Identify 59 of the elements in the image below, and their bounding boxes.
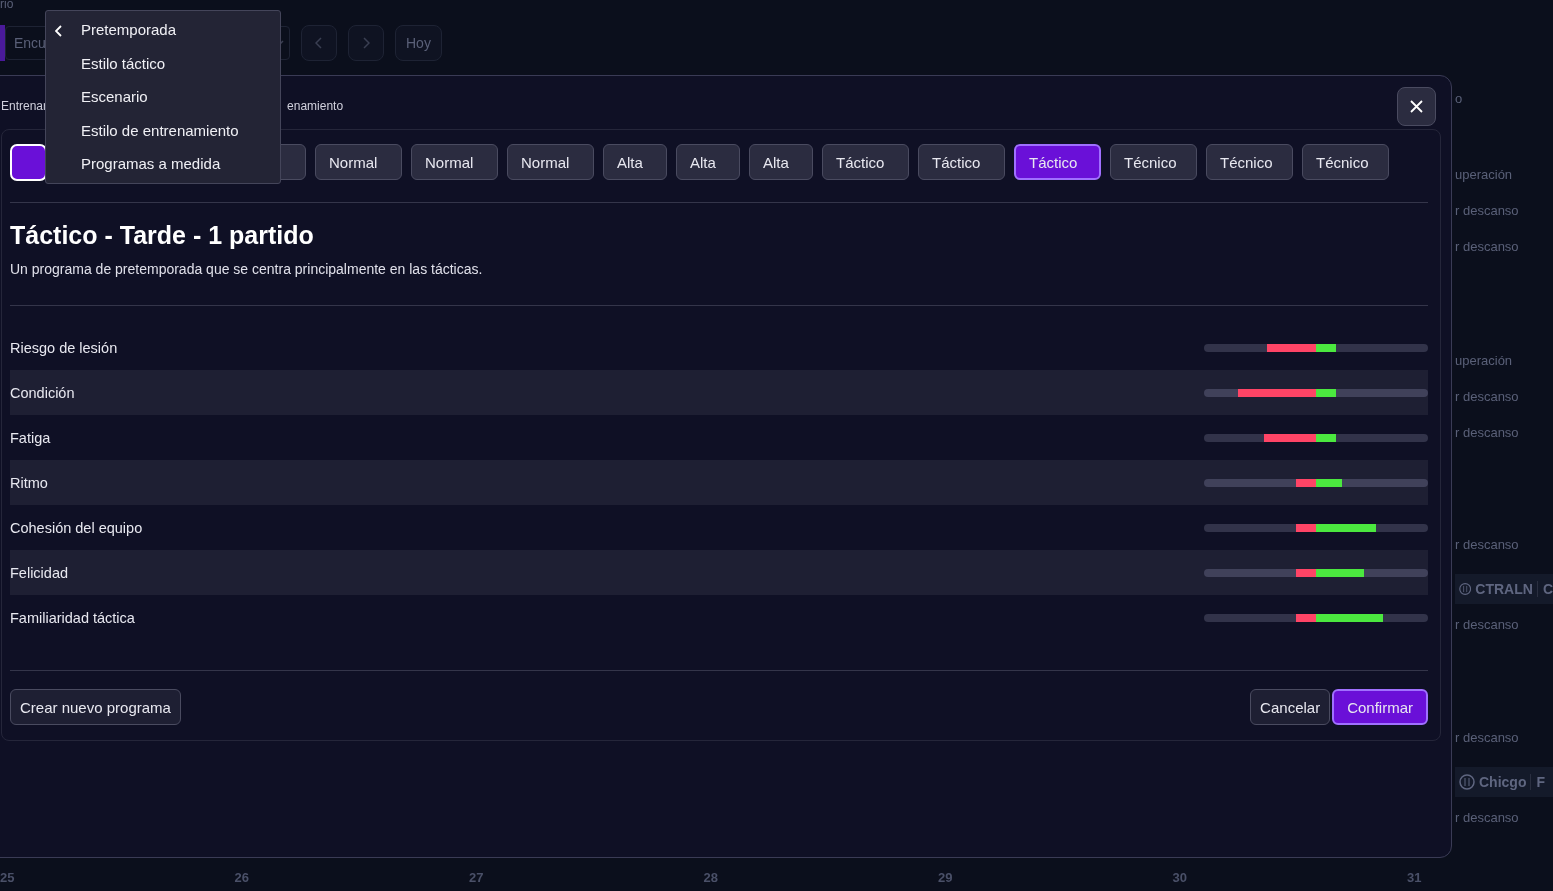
day-number: 26 [234,870,249,885]
crest-icon [1459,581,1472,597]
day-number: 30 [1172,870,1187,885]
day-number: 31 [1407,870,1422,885]
option-chip[interactable]: Normal [411,144,498,180]
menu-item[interactable]: Estilo de entrenamiento [46,113,280,147]
calendar-note: r descanso [1455,240,1520,254]
menu-item[interactable]: Pretemporada [46,13,280,47]
cancel-button[interactable]: Cancelar [1250,689,1331,725]
stat-name: Fatiga [10,429,51,446]
calendar-note: r descanso [1455,811,1520,825]
option-chip[interactable]: Táctico [822,144,909,180]
option-chip[interactable]: Alta [603,144,667,180]
calendar-note: o [1455,92,1464,106]
program-title: Táctico - Tarde - 1 partido [10,221,315,250]
day-number: 27 [469,870,484,885]
breadcrumb-text: enamiento [287,99,344,113]
day-number: 25 [0,870,15,885]
close-icon [1410,99,1423,113]
calendar-note: uperación [1455,168,1514,182]
back-icon [55,25,63,37]
create-program-button[interactable]: Crear nuevo programa [10,689,181,725]
menu-item[interactable]: Escenario [46,80,280,114]
calendar-note: r descanso [1455,538,1520,552]
option-chip[interactable]: Técnico [1302,144,1389,180]
option-chip[interactable]: Táctico [918,144,1005,180]
stat-name: Condición [10,384,75,401]
option-chip[interactable]: Técnico [1206,144,1293,180]
calendar-note: r descanso [1455,390,1520,404]
stat-name: Familiaridad táctica [10,609,135,626]
option-chip[interactable]: Alta [676,144,740,180]
calendar-note: uperación [1455,354,1514,368]
option-chip[interactable]: Normal [315,144,402,180]
page-heading: rio [0,0,14,11]
program-description: Un programa de pretemporada que se centra principalmente en las tácticas. [10,261,1428,306]
option-chip[interactable]: Táctico [1014,144,1101,180]
calendar-note: r descanso [1455,618,1520,632]
day-number: 29 [938,870,953,885]
day-number: 28 [703,870,718,885]
option-chip[interactable]: Técnico [1110,144,1197,180]
close-button[interactable] [1397,86,1436,126]
stat-name: Riesgo de lesión [10,339,118,356]
calendar-note: r descanso [1455,426,1520,440]
color-swatch[interactable] [10,143,47,181]
option-chip[interactable]: Normal [507,144,594,180]
confirm-button[interactable]: Confirmar [1332,689,1428,725]
menu-item[interactable]: Estilo táctico [46,46,280,80]
accent-bar [0,25,5,61]
calendar-note: r descanso [1455,204,1520,218]
chevron-right-icon [362,37,370,49]
breadcrumb-text: Entrenar [1,99,48,113]
crest-icon [1459,774,1475,790]
stat-name: Cohesión del equipo [10,519,143,536]
stat-name: Felicidad [10,564,69,581]
chevron-left-icon [315,37,323,49]
menu-item[interactable]: Programas a medida [46,147,280,181]
stat-name: Ritmo [10,474,48,491]
calendar-note: r descanso [1455,731,1520,745]
option-chip[interactable]: Alta [749,144,813,180]
